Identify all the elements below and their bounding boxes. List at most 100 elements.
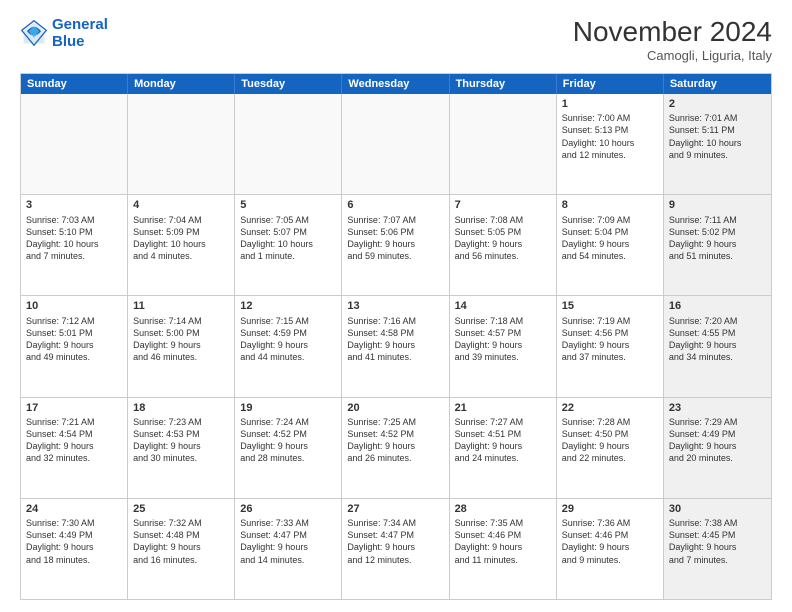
day-number: 11 bbox=[133, 299, 229, 313]
calendar-cell-day-10: 10 Sunrise: 7:12 AM Sunset: 5:01 PM Dayli… bbox=[21, 296, 128, 396]
calendar-cell-day-20: 20Sunrise: 7:25 AM Sunset: 4:52 PM Dayli… bbox=[342, 398, 449, 498]
day-number: 12 bbox=[240, 299, 336, 313]
day-number: 16 bbox=[669, 299, 766, 313]
day-number: 27 bbox=[347, 502, 443, 516]
calendar-cell-day-17: 17Sunrise: 7:21 AM Sunset: 4:54 PM Dayli… bbox=[21, 398, 128, 498]
calendar-cell-day-1: 1Sunrise: 7:00 AM Sunset: 5:13 PM Daylig… bbox=[557, 94, 664, 194]
calendar-cell-day-19: 19Sunrise: 7:24 AM Sunset: 4:52 PM Dayli… bbox=[235, 398, 342, 498]
day-number: 30 bbox=[669, 502, 766, 516]
day-info: Sunrise: 7:03 AM Sunset: 5:10 PM Dayligh… bbox=[26, 214, 122, 263]
calendar-cell-day-14: 14 Sunrise: 7:18 AM Sunset: 4:57 PM Dayli… bbox=[450, 296, 557, 396]
calendar-cell-day-23: 23Sunrise: 7:29 AM Sunset: 4:49 PM Dayli… bbox=[664, 398, 771, 498]
calendar-cell-day-3: 3 Sunrise: 7:03 AM Sunset: 5:10 PM Daylig… bbox=[21, 195, 128, 295]
day-info: Sunrise: 7:29 AM Sunset: 4:49 PM Dayligh… bbox=[669, 416, 766, 465]
logo-icon bbox=[20, 19, 48, 47]
calendar-cell-day-29: 29Sunrise: 7:36 AM Sunset: 4:46 PM Dayli… bbox=[557, 499, 664, 599]
day-number: 19 bbox=[240, 401, 336, 415]
day-info: Sunrise: 7:11 AM Sunset: 5:02 PM Dayligh… bbox=[669, 214, 766, 263]
logo-text: General Blue bbox=[52, 16, 108, 50]
day-info: Sunrise: 7:35 AM Sunset: 4:46 PM Dayligh… bbox=[455, 517, 551, 566]
calendar-cell-day-4: 4 Sunrise: 7:04 AM Sunset: 5:09 PM Daylig… bbox=[128, 195, 235, 295]
calendar-cell-day-22: 22Sunrise: 7:28 AM Sunset: 4:50 PM Dayli… bbox=[557, 398, 664, 498]
day-number: 26 bbox=[240, 502, 336, 516]
day-number: 25 bbox=[133, 502, 229, 516]
day-number: 2 bbox=[669, 97, 766, 111]
calendar-header: SundayMondayTuesdayWednesdayThursdayFrid… bbox=[21, 74, 771, 94]
day-number: 9 bbox=[669, 198, 766, 212]
calendar-row-0: 1Sunrise: 7:00 AM Sunset: 5:13 PM Daylig… bbox=[21, 94, 771, 194]
day-info: Sunrise: 7:20 AM Sunset: 4:55 PM Dayligh… bbox=[669, 315, 766, 364]
header: General Blue November 2024 Camogli, Ligu… bbox=[20, 16, 772, 63]
day-number: 21 bbox=[455, 401, 551, 415]
header-day-tuesday: Tuesday bbox=[235, 74, 342, 94]
day-number: 10 bbox=[26, 299, 122, 313]
day-info: Sunrise: 7:18 AM Sunset: 4:57 PM Dayligh… bbox=[455, 315, 551, 364]
day-number: 1 bbox=[562, 97, 658, 111]
header-day-sunday: Sunday bbox=[21, 74, 128, 94]
calendar-cell-empty-0-0 bbox=[21, 94, 128, 194]
calendar-cell-empty-0-4 bbox=[450, 94, 557, 194]
calendar-cell-day-18: 18Sunrise: 7:23 AM Sunset: 4:53 PM Dayli… bbox=[128, 398, 235, 498]
day-number: 3 bbox=[26, 198, 122, 212]
day-info: Sunrise: 7:05 AM Sunset: 5:07 PM Dayligh… bbox=[240, 214, 336, 263]
day-info: Sunrise: 7:16 AM Sunset: 4:58 PM Dayligh… bbox=[347, 315, 443, 364]
day-number: 15 bbox=[562, 299, 658, 313]
day-number: 7 bbox=[455, 198, 551, 212]
calendar-cell-day-6: 6 Sunrise: 7:07 AM Sunset: 5:06 PM Daylig… bbox=[342, 195, 449, 295]
calendar-cell-day-15: 15 Sunrise: 7:19 AM Sunset: 4:56 PM Dayli… bbox=[557, 296, 664, 396]
day-info: Sunrise: 7:30 AM Sunset: 4:49 PM Dayligh… bbox=[26, 517, 122, 566]
calendar-cell-day-2: 2Sunrise: 7:01 AM Sunset: 5:11 PM Daylig… bbox=[664, 94, 771, 194]
day-number: 5 bbox=[240, 198, 336, 212]
calendar-cell-day-24: 24Sunrise: 7:30 AM Sunset: 4:49 PM Dayli… bbox=[21, 499, 128, 599]
day-number: 18 bbox=[133, 401, 229, 415]
header-day-monday: Monday bbox=[128, 74, 235, 94]
day-number: 17 bbox=[26, 401, 122, 415]
month-title: November 2024 bbox=[573, 16, 772, 48]
calendar-row-3: 17Sunrise: 7:21 AM Sunset: 4:54 PM Dayli… bbox=[21, 397, 771, 498]
day-info: Sunrise: 7:38 AM Sunset: 4:45 PM Dayligh… bbox=[669, 517, 766, 566]
day-info: Sunrise: 7:32 AM Sunset: 4:48 PM Dayligh… bbox=[133, 517, 229, 566]
day-number: 23 bbox=[669, 401, 766, 415]
calendar-cell-day-21: 21Sunrise: 7:27 AM Sunset: 4:51 PM Dayli… bbox=[450, 398, 557, 498]
calendar-cell-day-11: 11 Sunrise: 7:14 AM Sunset: 5:00 PM Dayli… bbox=[128, 296, 235, 396]
calendar-cell-day-7: 7Sunrise: 7:08 AM Sunset: 5:05 PM Daylig… bbox=[450, 195, 557, 295]
day-info: Sunrise: 7:09 AM Sunset: 5:04 PM Dayligh… bbox=[562, 214, 658, 263]
day-info: Sunrise: 7:28 AM Sunset: 4:50 PM Dayligh… bbox=[562, 416, 658, 465]
day-number: 6 bbox=[347, 198, 443, 212]
day-info: Sunrise: 7:27 AM Sunset: 4:51 PM Dayligh… bbox=[455, 416, 551, 465]
day-info: Sunrise: 7:07 AM Sunset: 5:06 PM Dayligh… bbox=[347, 214, 443, 263]
day-info: Sunrise: 7:21 AM Sunset: 4:54 PM Dayligh… bbox=[26, 416, 122, 465]
calendar-cell-empty-0-3 bbox=[342, 94, 449, 194]
day-info: Sunrise: 7:19 AM Sunset: 4:56 PM Dayligh… bbox=[562, 315, 658, 364]
day-info: Sunrise: 7:24 AM Sunset: 4:52 PM Dayligh… bbox=[240, 416, 336, 465]
logo: General Blue bbox=[20, 16, 108, 50]
page: General Blue November 2024 Camogli, Ligu… bbox=[0, 0, 792, 612]
day-number: 14 bbox=[455, 299, 551, 313]
calendar-cell-day-13: 13Sunrise: 7:16 AM Sunset: 4:58 PM Dayli… bbox=[342, 296, 449, 396]
calendar-row-4: 24Sunrise: 7:30 AM Sunset: 4:49 PM Dayli… bbox=[21, 498, 771, 599]
day-info: Sunrise: 7:14 AM Sunset: 5:00 PM Dayligh… bbox=[133, 315, 229, 364]
day-info: Sunrise: 7:12 AM Sunset: 5:01 PM Dayligh… bbox=[26, 315, 122, 364]
day-info: Sunrise: 7:23 AM Sunset: 4:53 PM Dayligh… bbox=[133, 416, 229, 465]
day-number: 8 bbox=[562, 198, 658, 212]
calendar: SundayMondayTuesdayWednesdayThursdayFrid… bbox=[20, 73, 772, 600]
calendar-cell-empty-0-2 bbox=[235, 94, 342, 194]
day-info: Sunrise: 7:00 AM Sunset: 5:13 PM Dayligh… bbox=[562, 112, 658, 161]
day-number: 24 bbox=[26, 502, 122, 516]
title-block: November 2024 Camogli, Liguria, Italy bbox=[573, 16, 772, 63]
header-day-thursday: Thursday bbox=[450, 74, 557, 94]
day-number: 22 bbox=[562, 401, 658, 415]
calendar-body: 1Sunrise: 7:00 AM Sunset: 5:13 PM Daylig… bbox=[21, 94, 771, 599]
day-info: Sunrise: 7:33 AM Sunset: 4:47 PM Dayligh… bbox=[240, 517, 336, 566]
day-info: Sunrise: 7:36 AM Sunset: 4:46 PM Dayligh… bbox=[562, 517, 658, 566]
day-info: Sunrise: 7:04 AM Sunset: 5:09 PM Dayligh… bbox=[133, 214, 229, 263]
header-day-saturday: Saturday bbox=[664, 74, 771, 94]
calendar-cell-day-30: 30Sunrise: 7:38 AM Sunset: 4:45 PM Dayli… bbox=[664, 499, 771, 599]
day-number: 29 bbox=[562, 502, 658, 516]
calendar-cell-day-26: 26Sunrise: 7:33 AM Sunset: 4:47 PM Dayli… bbox=[235, 499, 342, 599]
day-info: Sunrise: 7:25 AM Sunset: 4:52 PM Dayligh… bbox=[347, 416, 443, 465]
calendar-cell-day-12: 12Sunrise: 7:15 AM Sunset: 4:59 PM Dayli… bbox=[235, 296, 342, 396]
calendar-cell-day-8: 8 Sunrise: 7:09 AM Sunset: 5:04 PM Daylig… bbox=[557, 195, 664, 295]
day-number: 4 bbox=[133, 198, 229, 212]
day-number: 28 bbox=[455, 502, 551, 516]
